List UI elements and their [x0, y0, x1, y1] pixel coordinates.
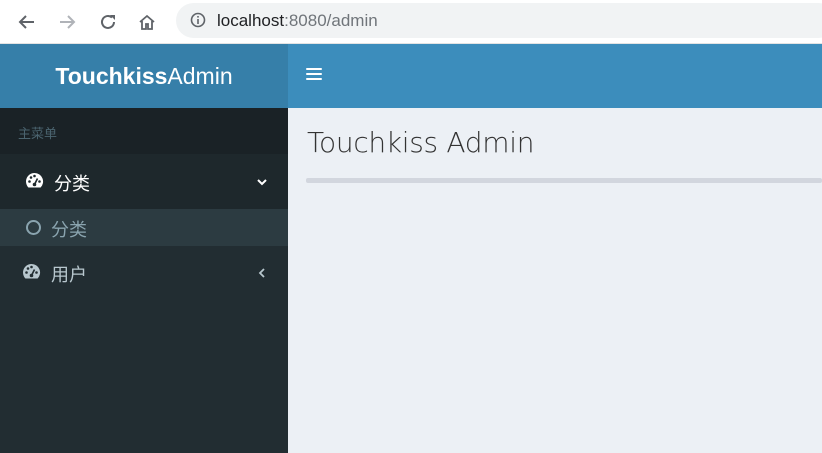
browser-toolbar: localhost:8080/admin — [0, 0, 822, 44]
sidebar-item-category[interactable]: 分类 — [0, 154, 288, 209]
address-bar[interactable]: localhost:8080/admin — [176, 3, 822, 38]
app-logo[interactable]: Touchkiss Admin — [0, 44, 288, 108]
dashboard-icon — [22, 263, 41, 285]
hamburger-icon[interactable] — [306, 68, 322, 84]
chevron-down-icon — [256, 172, 268, 193]
chevron-left-icon — [256, 263, 268, 284]
sidebar-subitem-label: 分类 — [51, 220, 87, 240]
forward-arrow-icon[interactable] — [52, 7, 82, 37]
info-icon[interactable] — [190, 12, 206, 33]
sidebar-header: 主菜单 — [0, 108, 288, 154]
title-divider — [306, 178, 822, 183]
url-host: localhost — [217, 11, 285, 30]
page-title: Touchkiss Admin — [307, 126, 535, 159]
content-area: Touchkiss Admin — [288, 108, 822, 453]
home-icon[interactable] — [132, 7, 162, 37]
dashboard-icon — [25, 172, 44, 194]
sidebar-item-label: 用户 — [51, 265, 87, 285]
logo-light: Admin — [167, 62, 233, 89]
circle-icon — [26, 220, 41, 235]
url-text: localhost:8080/admin — [217, 11, 378, 31]
url-path: :8080/admin — [284, 11, 378, 30]
sidebar-item-user[interactable]: 用户 — [0, 246, 288, 301]
logo-bold: Touchkiss — [55, 62, 168, 89]
back-arrow-icon[interactable] — [12, 7, 42, 37]
top-navbar — [288, 44, 822, 108]
reload-icon[interactable] — [93, 7, 123, 37]
sidebar-item-label: 分类 — [54, 174, 90, 194]
sidebar: 主菜单 分类 分类 用户 — [0, 108, 288, 453]
sidebar-subitem-category[interactable]: 分类 — [0, 209, 288, 246]
